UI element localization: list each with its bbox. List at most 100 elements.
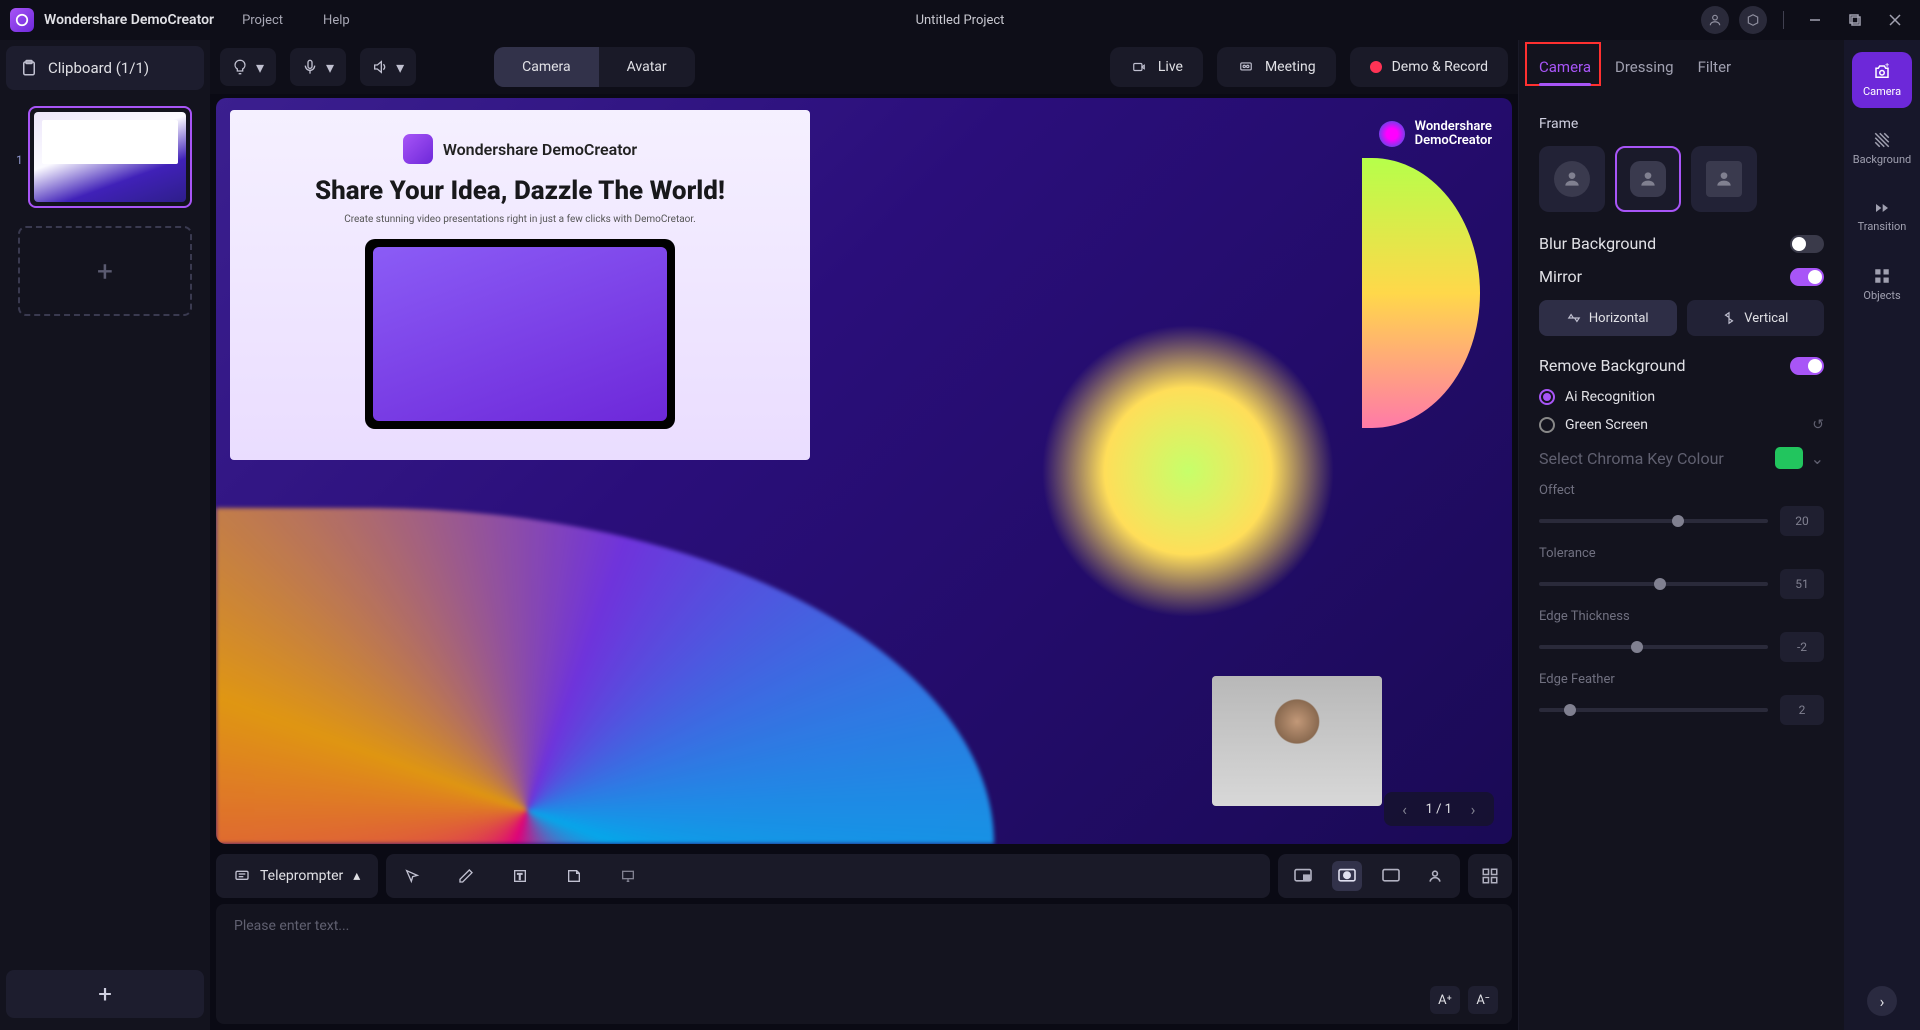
slide-brand-text: Wondershare DemoCreator: [443, 140, 637, 159]
ai-recognition-radio[interactable]: Ai Recognition: [1539, 389, 1824, 405]
mirror-toggle[interactable]: [1790, 268, 1824, 286]
frame-circle-option[interactable]: [1539, 146, 1605, 212]
chroma-color-swatch[interactable]: [1775, 447, 1803, 469]
chevron-down-icon[interactable]: ⌄: [1811, 449, 1824, 468]
remove-bg-toggle[interactable]: [1790, 357, 1824, 375]
chevron-down-icon: ▾: [396, 58, 404, 77]
maximize-button[interactable]: [1840, 5, 1870, 35]
gift-icon[interactable]: [1739, 6, 1767, 34]
speaker-dropdown[interactable]: ▾: [360, 48, 416, 86]
slide-thumbnail[interactable]: [28, 106, 192, 208]
layout-expand-button[interactable]: [1468, 854, 1512, 898]
teleprompter-input[interactable]: Please enter text... A⁺ A⁻: [216, 904, 1512, 1024]
mirror-label: Mirror: [1539, 267, 1582, 286]
teleprompter-placeholder: Please enter text...: [234, 918, 1494, 934]
green-screen-label: Green Screen: [1565, 417, 1648, 433]
demo-record-button[interactable]: Demo & Record: [1350, 47, 1508, 87]
pen-tool[interactable]: [454, 864, 478, 888]
pager: ‹ 1 / 1 ›: [1384, 792, 1494, 826]
frame-rounded-option[interactable]: [1615, 146, 1681, 212]
pager-text: 1 / 1: [1426, 802, 1452, 817]
add-slide-button[interactable]: +: [18, 226, 192, 316]
account-icon[interactable]: [1701, 6, 1729, 34]
layout-person-button[interactable]: [1420, 861, 1450, 891]
sidebar-camera-tool[interactable]: + Camera: [1852, 52, 1912, 108]
live-button[interactable]: Live: [1110, 47, 1203, 87]
record-label: Demo & Record: [1392, 59, 1488, 75]
close-button[interactable]: [1880, 5, 1910, 35]
tab-filter[interactable]: Filter: [1698, 46, 1732, 88]
tab-dressing[interactable]: Dressing: [1615, 46, 1674, 88]
slide-number: 1: [16, 153, 23, 167]
slide-subtext: Create stunning video presentations righ…: [344, 214, 696, 225]
mirror-vertical-button[interactable]: Vertical: [1687, 300, 1825, 336]
menu-project[interactable]: Project: [242, 13, 283, 28]
whiteboard-tool[interactable]: [616, 864, 640, 888]
live-label: Live: [1158, 59, 1183, 75]
preview-canvas[interactable]: Wondershare DemoCreator Share Your Idea,…: [216, 98, 1512, 844]
chevron-down-icon: ▾: [256, 58, 264, 77]
mic-dropdown[interactable]: ▾: [290, 48, 346, 86]
watermark-line1: Wondershare: [1415, 120, 1492, 134]
font-decrease-button[interactable]: A⁻: [1468, 986, 1498, 1014]
edge-thickness-label: Edge Thickness: [1539, 609, 1824, 624]
sidebar-objects-tool[interactable]: Objects: [1852, 256, 1912, 312]
ai-recognition-label: Ai Recognition: [1565, 389, 1655, 405]
sidebar-background-tool[interactable]: Background: [1852, 120, 1912, 176]
tab-camera[interactable]: Camera: [1539, 46, 1591, 88]
tolerance-label: Tolerance: [1539, 546, 1824, 561]
reset-icon[interactable]: ↺: [1812, 417, 1824, 433]
edge-feather-value: 2: [1780, 695, 1824, 725]
avatar-mode-tab[interactable]: Avatar: [599, 47, 695, 87]
lightbulb-dropdown[interactable]: ▾: [220, 48, 276, 86]
text-tool[interactable]: T: [508, 864, 532, 888]
layout-pip-button[interactable]: [1288, 861, 1318, 891]
sidebar-transition-tool[interactable]: Transition: [1852, 188, 1912, 244]
green-screen-radio[interactable]: Green Screen ↺: [1539, 417, 1824, 433]
record-dot-icon: [1370, 61, 1382, 73]
collapse-panel-button[interactable]: ›: [1867, 986, 1897, 1016]
edge-thickness-value: -2: [1780, 632, 1824, 662]
layout-full-button[interactable]: [1376, 861, 1406, 891]
edge-thickness-slider[interactable]: [1539, 645, 1768, 649]
meeting-label: Meeting: [1265, 59, 1316, 75]
objects-icon: [1873, 267, 1891, 285]
add-button[interactable]: +: [6, 970, 204, 1018]
camera-feed[interactable]: [1212, 676, 1382, 806]
decorative-shape: [1362, 158, 1480, 428]
remove-bg-label: Remove Background: [1539, 356, 1686, 375]
camera-icon: +: [1872, 63, 1892, 81]
mirror-horizontal-button[interactable]: Horizontal: [1539, 300, 1677, 336]
watermark-logo-icon: [1379, 121, 1405, 147]
flip-vertical-icon: [1722, 311, 1736, 325]
edge-feather-slider[interactable]: [1539, 708, 1768, 712]
transition-icon: [1872, 200, 1892, 216]
frame-square-option[interactable]: [1691, 146, 1757, 212]
svg-text:T: T: [518, 872, 523, 881]
teleprompter-toggle[interactable]: Teleprompter ▴: [216, 854, 378, 898]
next-slide-button[interactable]: ›: [1462, 798, 1484, 820]
layout-frame-button[interactable]: [1332, 861, 1362, 891]
watermark: WondershareDemoCreator: [1379, 120, 1492, 149]
clipboard-button[interactable]: Clipboard (1/1): [6, 46, 204, 90]
tolerance-slider[interactable]: [1539, 582, 1768, 586]
prev-slide-button[interactable]: ‹: [1394, 798, 1416, 820]
sticky-note-tool[interactable]: [562, 864, 586, 888]
chevron-up-icon: ▴: [353, 868, 360, 884]
background-tool-label: Background: [1853, 153, 1911, 166]
font-increase-button[interactable]: A⁺: [1430, 986, 1460, 1014]
minimize-button[interactable]: [1800, 5, 1830, 35]
project-title: Untitled Project: [916, 13, 1005, 28]
broadcast-icon: [1130, 60, 1148, 74]
clipboard-icon: [20, 59, 38, 77]
speaker-icon: [372, 59, 388, 75]
offect-slider[interactable]: [1539, 519, 1768, 523]
camera-mode-tab[interactable]: Camera: [494, 47, 599, 87]
offect-value: 20: [1780, 506, 1824, 536]
menu-help[interactable]: Help: [323, 13, 350, 28]
teleprompter-label: Teleprompter: [260, 868, 343, 884]
meeting-button[interactable]: Meeting: [1217, 47, 1336, 87]
lightbulb-icon: [232, 59, 248, 75]
blur-bg-toggle[interactable]: [1790, 235, 1824, 253]
pointer-tool[interactable]: [400, 864, 424, 888]
